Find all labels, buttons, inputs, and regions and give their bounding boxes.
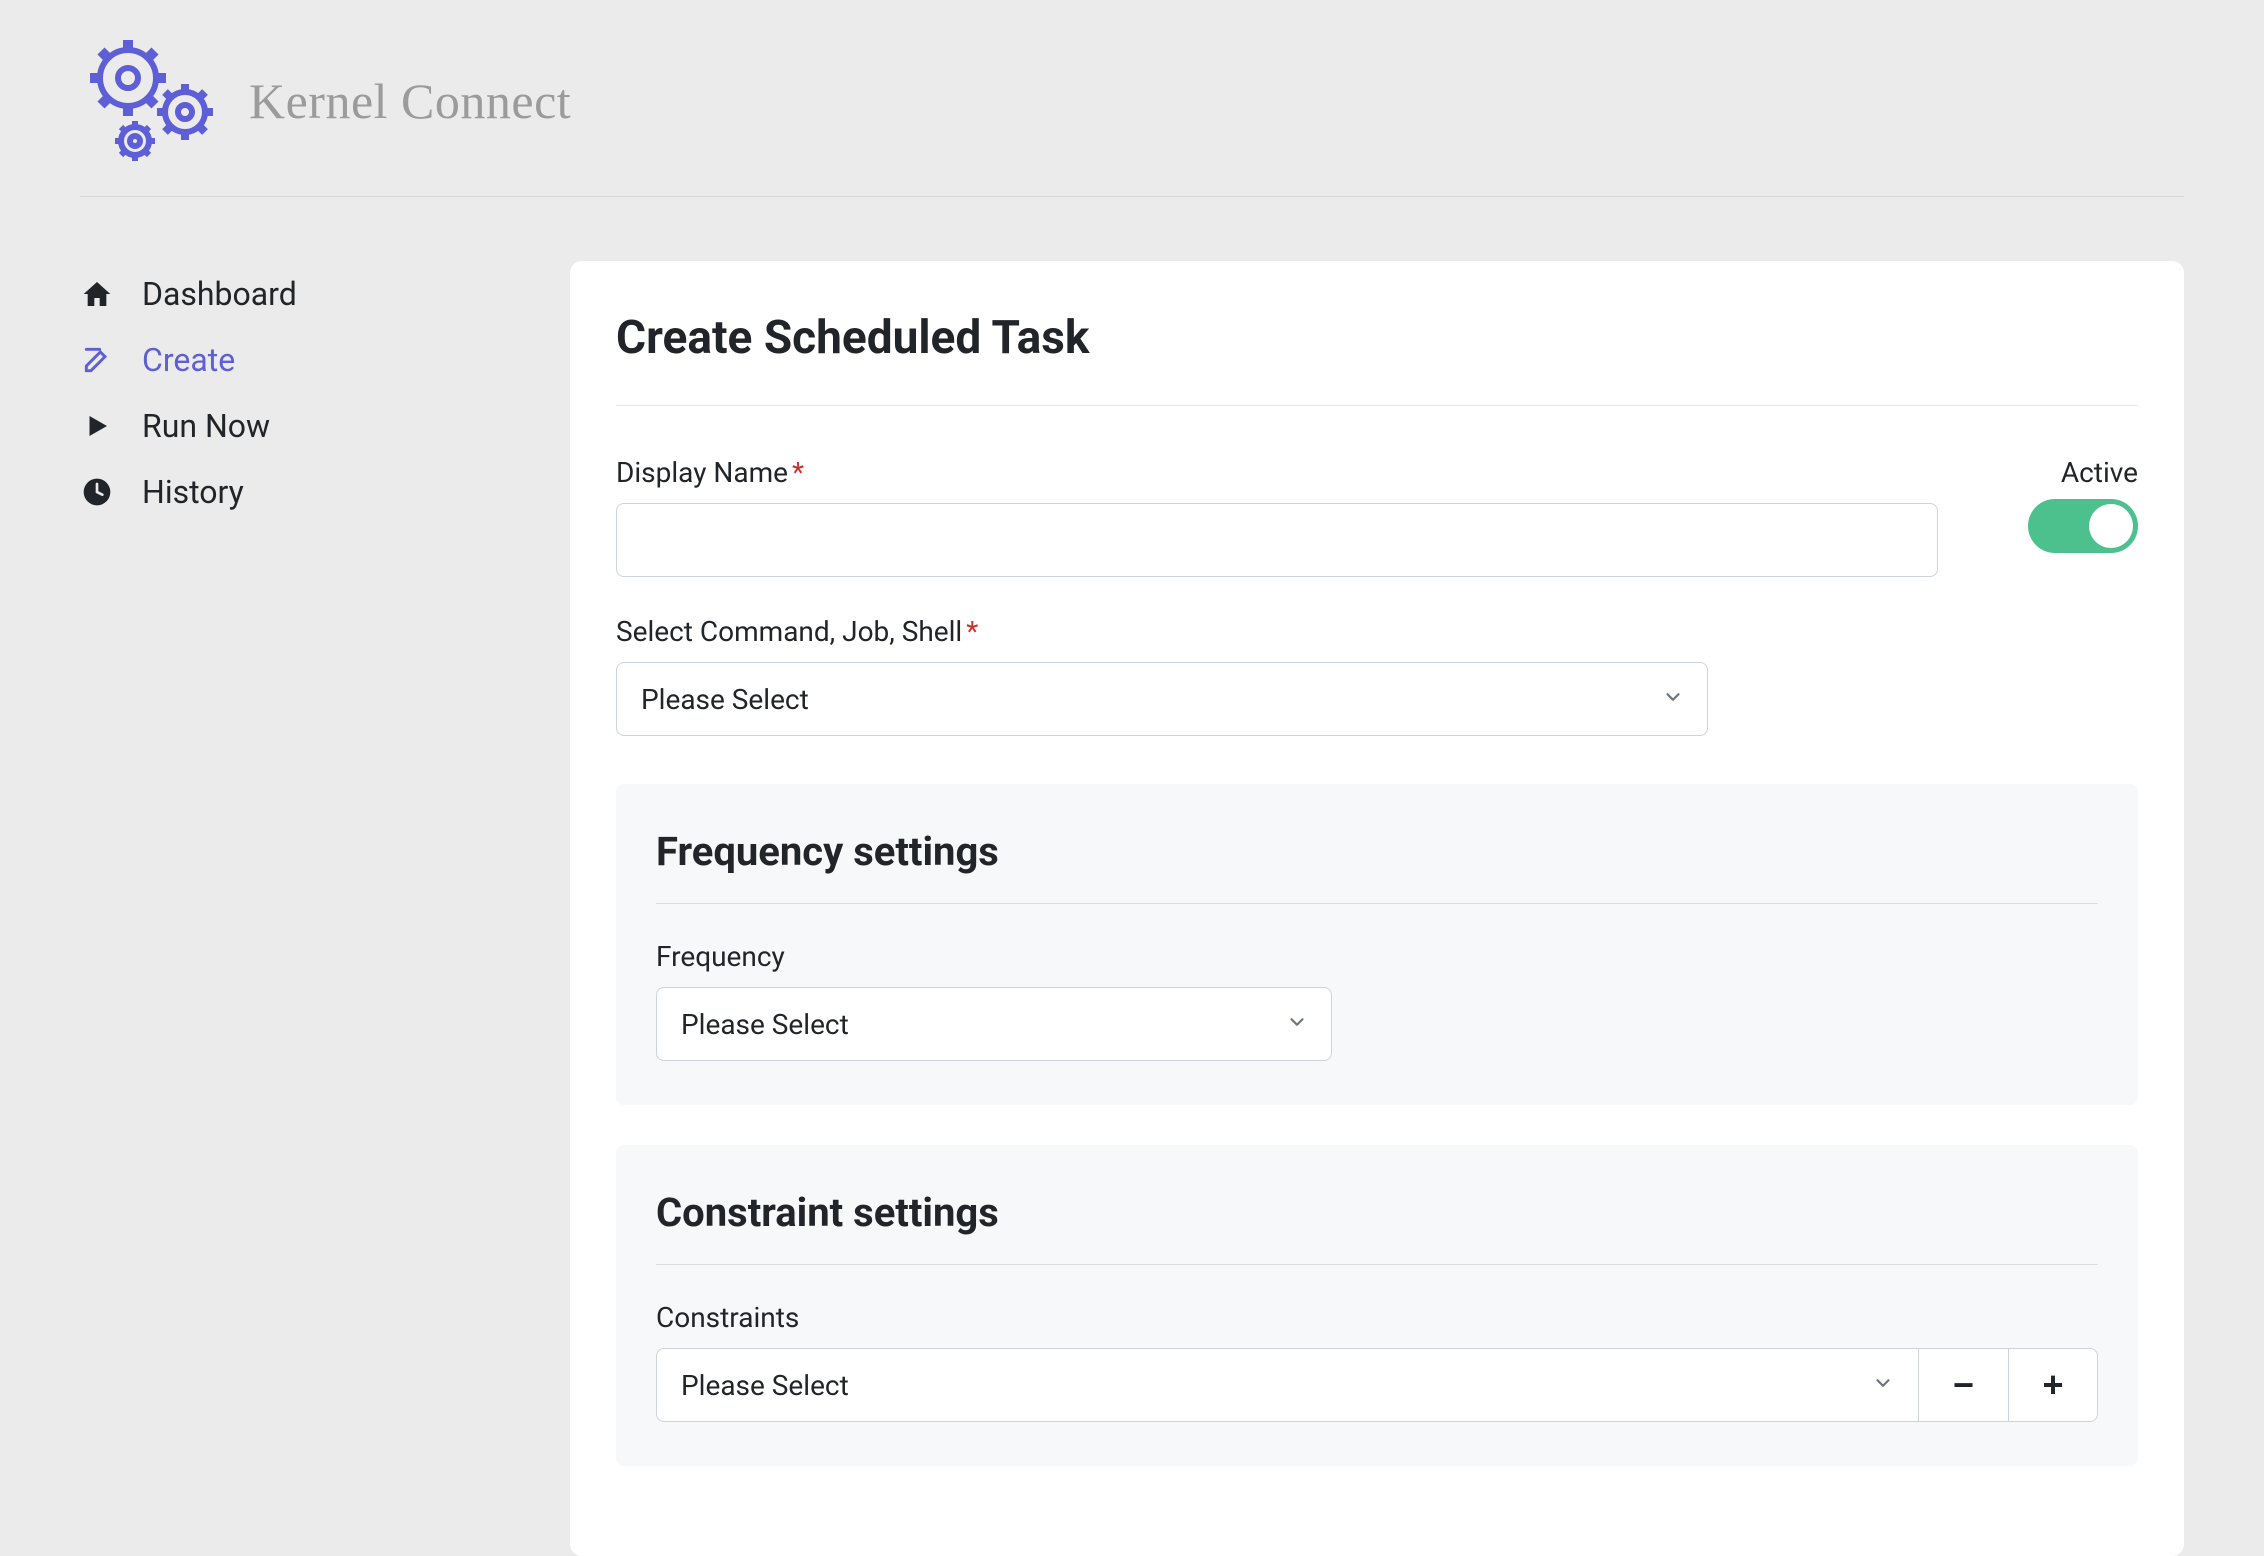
constraints-label: Constraints — [656, 1301, 2098, 1334]
sidebar-item-run-now[interactable]: Run Now — [80, 393, 480, 459]
header: Kernel Connect — [80, 0, 2184, 197]
sidebar-item-label: Run Now — [142, 407, 270, 445]
frequency-section-title: Frequency settings — [656, 828, 2098, 904]
constraint-section: Constraint settings Constraints Please S… — [616, 1145, 2138, 1466]
frequency-label: Frequency — [656, 940, 2098, 973]
remove-constraint-button[interactable]: − — [1918, 1348, 2008, 1422]
brand-name: Kernel Connect — [249, 72, 571, 130]
minus-icon: − — [1953, 1364, 1974, 1406]
home-icon — [80, 277, 114, 311]
display-name-label-text: Display Name — [616, 456, 788, 489]
edit-icon — [80, 343, 114, 377]
required-asterisk: * — [792, 456, 804, 489]
active-toggle[interactable] — [2028, 499, 2138, 553]
constraint-section-title: Constraint settings — [656, 1189, 2098, 1265]
page-title: Create Scheduled Task — [616, 311, 2138, 406]
sidebar-item-label: Dashboard — [142, 275, 297, 313]
constraints-select[interactable]: Please Select — [656, 1348, 1918, 1422]
clock-icon — [80, 475, 114, 509]
frequency-section: Frequency settings Frequency Please Sele… — [616, 784, 2138, 1105]
play-icon — [80, 409, 114, 443]
required-asterisk: * — [966, 615, 978, 648]
sidebar-item-label: History — [142, 473, 244, 511]
frequency-select-value: Please Select — [681, 1008, 849, 1041]
command-label: Select Command, Job, Shell* — [616, 615, 2138, 648]
sidebar-item-dashboard[interactable]: Dashboard — [80, 261, 480, 327]
display-name-input[interactable] — [616, 503, 1938, 577]
frequency-select[interactable]: Please Select — [656, 987, 1332, 1061]
active-label: Active — [2061, 456, 2138, 489]
plus-icon: + — [2042, 1364, 2063, 1406]
toggle-knob — [2089, 504, 2133, 548]
main-card: Create Scheduled Task Display Name* Acti… — [570, 261, 2184, 1556]
command-select-value: Please Select — [641, 683, 809, 716]
add-constraint-button[interactable]: + — [2008, 1348, 2098, 1422]
sidebar-item-history[interactable]: History — [80, 459, 480, 525]
sidebar: Dashboard Create Run Now History — [80, 261, 480, 1556]
logo-gears-icon — [80, 36, 225, 166]
command-label-text: Select Command, Job, Shell — [616, 615, 962, 648]
display-name-label: Display Name* — [616, 456, 1938, 489]
command-select[interactable]: Please Select — [616, 662, 1708, 736]
constraints-select-value: Please Select — [681, 1369, 849, 1402]
sidebar-item-create[interactable]: Create — [80, 327, 480, 393]
sidebar-item-label: Create — [142, 341, 235, 379]
